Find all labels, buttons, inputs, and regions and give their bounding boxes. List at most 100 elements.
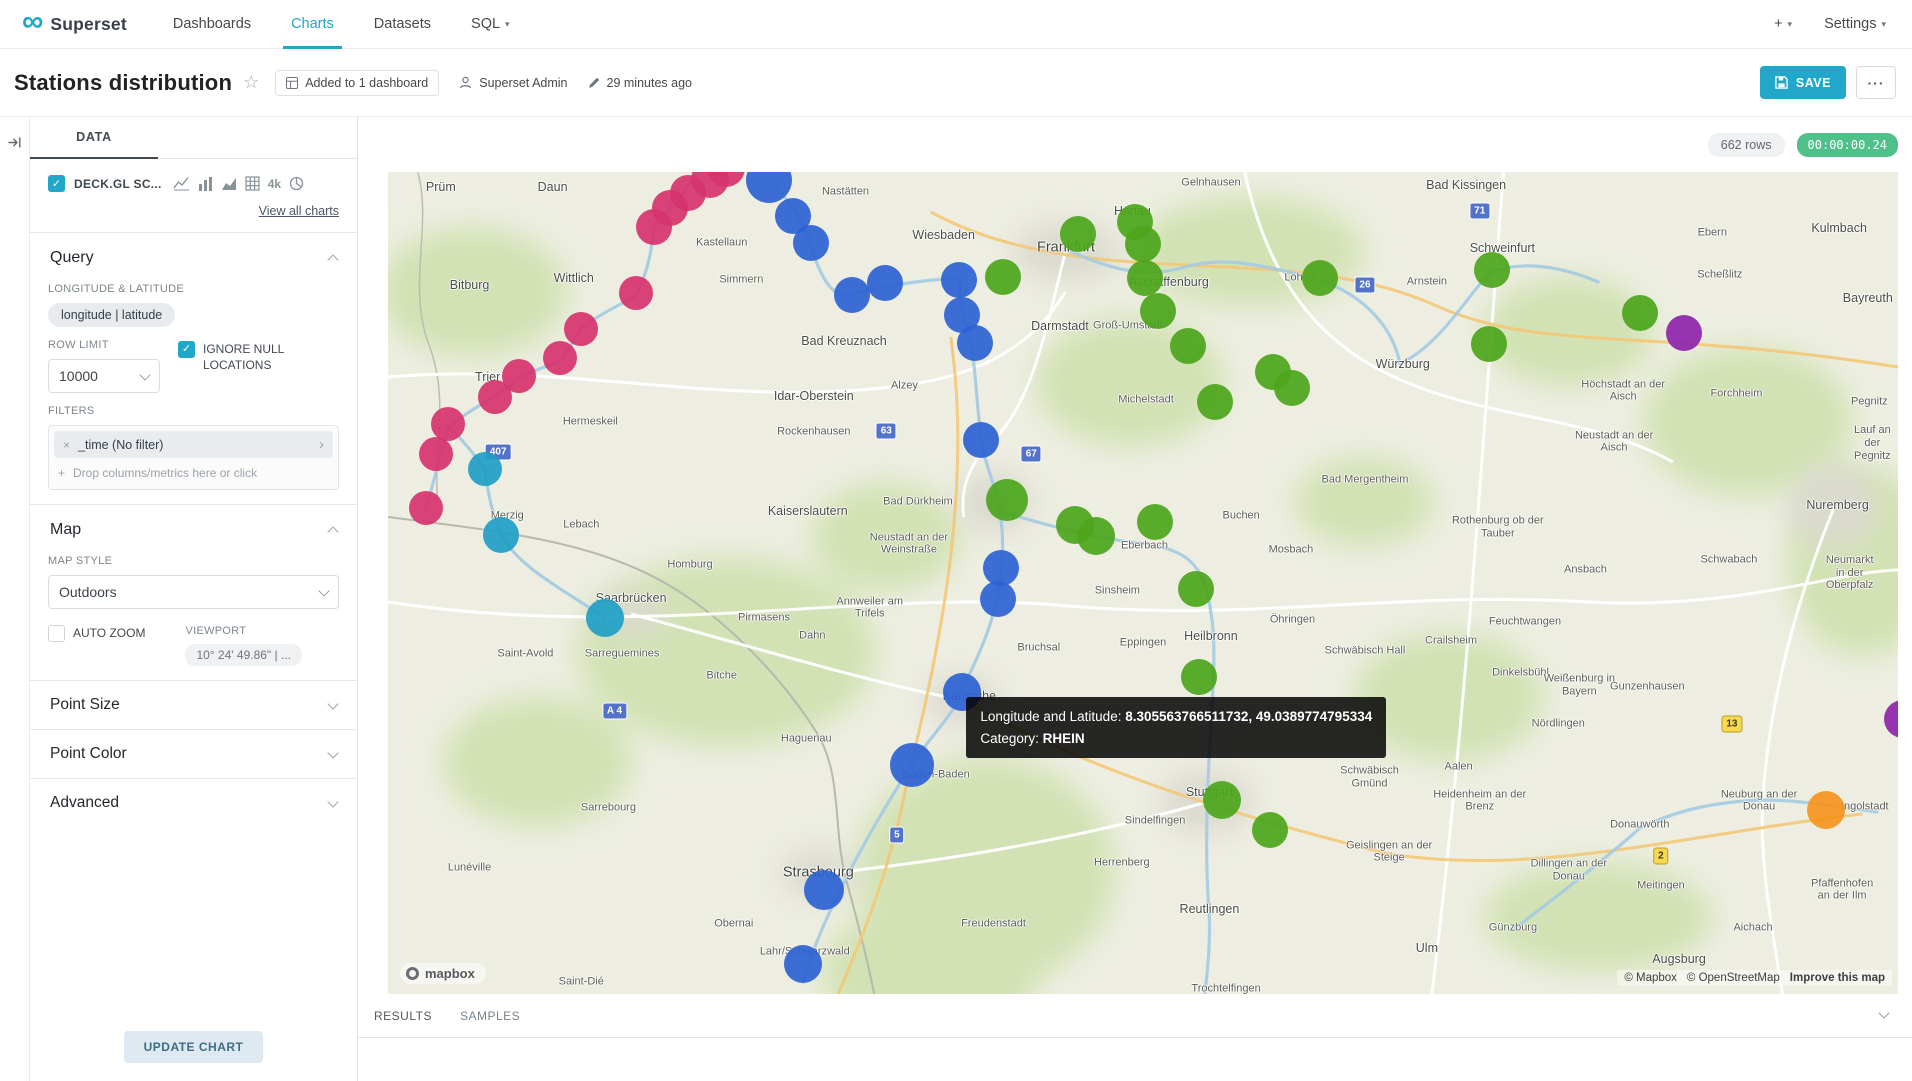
favorite-star-icon[interactable]: ☆: [243, 72, 259, 93]
viewport-value[interactable]: 10° 24' 49.86" | ...: [185, 644, 302, 666]
station-point[interactable]: [957, 325, 993, 361]
chevron-down-icon: [327, 747, 338, 758]
auto-zoom-checkbox[interactable]: [48, 625, 65, 642]
nav-item-datasets[interactable]: Datasets: [374, 0, 431, 48]
station-point[interactable]: [502, 359, 536, 393]
collapse-results-icon[interactable]: [1878, 1007, 1889, 1018]
more-options-button[interactable]: ···: [1856, 66, 1896, 99]
viz-selected-checkbox[interactable]: ✓: [48, 175, 65, 192]
new-item-button[interactable]: + ▾: [1774, 16, 1792, 32]
lonlat-value-pill[interactable]: longitude | latitude: [48, 303, 175, 327]
big-number-icon[interactable]: 4k: [268, 177, 281, 191]
station-point[interactable]: [890, 743, 934, 787]
line-chart-icon[interactable]: [173, 176, 190, 191]
area-chart-icon[interactable]: [221, 176, 237, 191]
station-point[interactable]: [1170, 328, 1206, 364]
nav-item-sql[interactable]: SQL ▾: [471, 0, 510, 48]
station-point[interactable]: [1252, 812, 1288, 848]
filter-drop-zone[interactable]: + Drop columns/metrics here or click: [54, 458, 333, 484]
nav-item-charts[interactable]: Charts: [291, 0, 334, 48]
station-point[interactable]: [941, 262, 977, 298]
station-point[interactable]: [1178, 571, 1214, 607]
station-point[interactable]: [1127, 260, 1163, 296]
station-point[interactable]: [564, 312, 598, 346]
station-point[interactable]: [1474, 252, 1510, 288]
pencil-icon: [588, 77, 600, 89]
chevron-down-icon: [139, 369, 150, 380]
station-point[interactable]: [985, 259, 1021, 295]
last-modified[interactable]: 29 minutes ago: [588, 76, 692, 90]
station-point[interactable]: [1203, 781, 1241, 819]
station-point[interactable]: [483, 517, 519, 553]
station-point[interactable]: [986, 479, 1028, 521]
station-point[interactable]: [1140, 293, 1176, 329]
filter-chip-time[interactable]: × _time (No filter) ›: [54, 431, 333, 458]
station-point[interactable]: [586, 599, 624, 637]
improve-map-link[interactable]: Improve this map: [1790, 972, 1885, 984]
station-point[interactable]: [834, 277, 870, 313]
panel-collapse-rail: [0, 117, 30, 1081]
station-point[interactable]: [1274, 370, 1310, 406]
station-point[interactable]: [1622, 295, 1658, 331]
chart-owner[interactable]: Superset Admin: [459, 76, 567, 90]
ignore-null-label[interactable]: IGNORE NULL LOCATIONS: [203, 341, 299, 373]
update-chart-button[interactable]: UPDATE CHART: [124, 1031, 264, 1063]
station-point[interactable]: [431, 407, 465, 441]
station-point[interactable]: [1137, 504, 1173, 540]
remove-filter-icon[interactable]: ×: [63, 438, 70, 452]
station-point[interactable]: [804, 870, 844, 910]
map-section-header[interactable]: Map: [48, 505, 339, 543]
save-button[interactable]: SAVE: [1760, 66, 1846, 99]
auto-zoom-label[interactable]: AUTO ZOOM: [73, 625, 145, 641]
road-shield: 13: [1721, 716, 1742, 733]
station-point[interactable]: [419, 437, 453, 471]
table-icon[interactable]: [245, 176, 260, 191]
map-style-select[interactable]: Outdoors: [48, 575, 339, 609]
nav-item-dashboards[interactable]: Dashboards: [173, 0, 251, 48]
station-point[interactable]: [619, 276, 653, 310]
advanced-section-header[interactable]: Advanced: [48, 779, 339, 827]
station-point[interactable]: [543, 341, 577, 375]
station-point[interactable]: [1884, 700, 1898, 738]
collapse-panel-icon[interactable]: [7, 135, 22, 150]
station-point[interactable]: [1197, 384, 1233, 420]
mapbox-logo[interactable]: mapbox: [400, 963, 486, 984]
station-point[interactable]: [1060, 216, 1096, 252]
superset-logo[interactable]: ∞ Superset: [22, 0, 127, 48]
pie-chart-icon[interactable]: [289, 176, 304, 191]
nav-right: + ▾ Settings ▾: [1774, 0, 1886, 48]
station-point[interactable]: [468, 452, 502, 486]
station-point[interactable]: [1666, 315, 1702, 351]
station-point[interactable]: [1471, 326, 1507, 362]
point-size-section-header[interactable]: Point Size: [48, 681, 339, 729]
settings-menu[interactable]: Settings ▾: [1824, 16, 1886, 32]
station-point[interactable]: [793, 225, 829, 261]
station-point[interactable]: [1077, 517, 1115, 555]
station-point[interactable]: [1125, 226, 1161, 262]
station-point[interactable]: [1807, 791, 1845, 829]
station-point[interactable]: [1181, 659, 1217, 695]
data-panel: DATA ✓ DECK.GL SC... 4k View all charts: [30, 117, 358, 1081]
viz-type-name[interactable]: DECK.GL SC...: [74, 177, 162, 191]
map-canvas[interactable]: PrümDaunNastättenGelnhausenBad Kissingen…: [388, 172, 1898, 994]
dashboard-icon: [286, 77, 298, 89]
station-point[interactable]: [963, 422, 999, 458]
mapbox-attribution-link[interactable]: © Mapbox: [1624, 972, 1677, 984]
row-limit-label: ROW LIMIT: [48, 339, 160, 351]
station-point[interactable]: [409, 491, 443, 525]
station-point[interactable]: [980, 581, 1016, 617]
row-limit-select[interactable]: 10000: [48, 359, 160, 393]
osm-attribution-link[interactable]: © OpenStreetMap: [1687, 972, 1780, 984]
station-point[interactable]: [784, 945, 822, 983]
dashboard-count-badge[interactable]: Added to 1 dashboard: [275, 70, 439, 96]
station-point[interactable]: [867, 265, 903, 301]
point-color-section-header[interactable]: Point Color: [48, 730, 339, 778]
tab-results[interactable]: RESULTS: [374, 1009, 432, 1023]
query-section-header[interactable]: Query: [48, 233, 339, 271]
bar-chart-icon[interactable]: [198, 176, 213, 191]
station-point[interactable]: [1302, 260, 1338, 296]
tab-samples[interactable]: SAMPLES: [460, 1009, 520, 1023]
tab-data[interactable]: DATA: [30, 117, 158, 159]
ignore-null-checkbox[interactable]: ✓: [178, 341, 195, 358]
view-all-charts-link[interactable]: View all charts: [259, 204, 339, 218]
